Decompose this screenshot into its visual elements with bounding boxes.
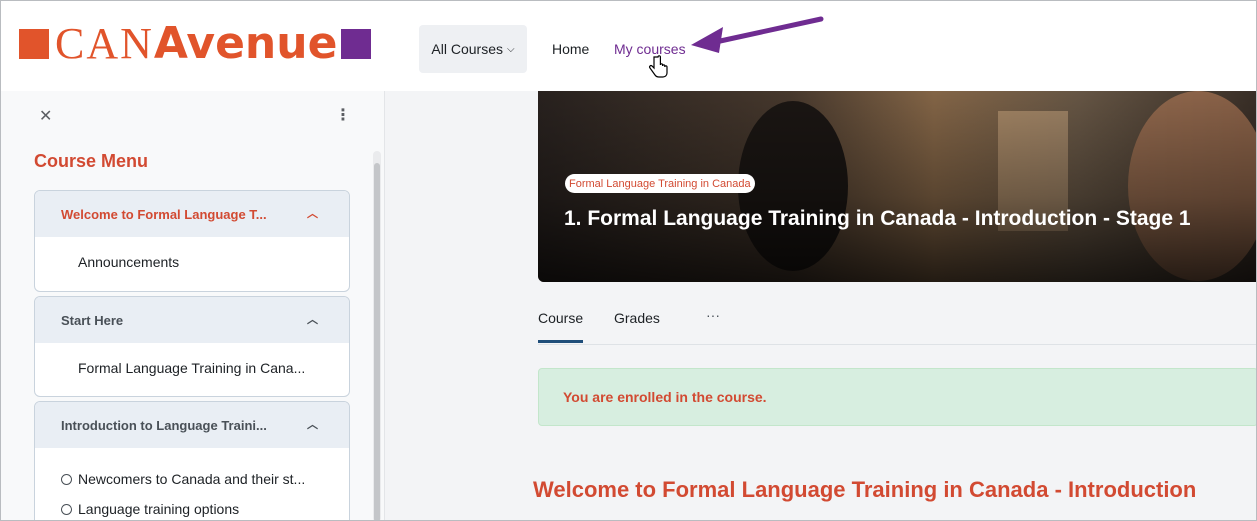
scrollbar-thumb[interactable] (374, 163, 380, 520)
course-title: 1. Formal Language Training in Canada - … (564, 207, 1191, 230)
close-drawer-icon[interactable]: ✕ (39, 106, 52, 126)
activity-item-language-options[interactable]: Language training options (35, 494, 349, 520)
logo-text-avenue: Avenue (153, 18, 338, 69)
section-title: Welcome to Formal Language T... (61, 206, 267, 222)
nav-home-link[interactable]: Home (552, 41, 589, 57)
chevron-up-icon[interactable]: ︿ (307, 205, 318, 221)
canavenue-logo[interactable]: CAN Avenue (19, 18, 372, 69)
annotation-arrow-icon (691, 16, 824, 53)
tab-grades[interactable]: Grades (614, 310, 660, 326)
course-section-start-here: Start Here ︿ Formal Language Training in… (34, 296, 350, 397)
tab-course[interactable]: Course (538, 310, 583, 326)
incomplete-circle-icon (61, 503, 72, 515)
chevron-up-icon[interactable]: ︿ (307, 416, 318, 432)
section-header-start-here[interactable]: Start Here ︿ (35, 297, 349, 343)
course-section-introduction: Introduction to Language Traini... ︿ New… (34, 401, 350, 520)
activity-label: Newcomers to Canada and their st... (78, 471, 306, 487)
activity-item-newcomers[interactable]: Newcomers to Canada and their st... (35, 464, 349, 494)
section-item-formal-language-training[interactable]: Formal Language Training in Cana... (35, 343, 349, 393)
tab-more-menu[interactable]: ··· (706, 307, 720, 323)
top-navbar: CAN Avenue All Courses ⌵ Home My courses (1, 1, 1256, 91)
all-courses-label: All Courses (431, 41, 503, 57)
logo-orange-square (19, 29, 49, 59)
course-category-badge[interactable]: Formal Language Training in Canada (565, 174, 755, 193)
section-title: Start Here (61, 312, 124, 328)
course-tabs: Course Grades ··· (538, 301, 1256, 345)
kebab-menu-icon[interactable]: ⋮ (335, 105, 351, 125)
chevron-up-icon[interactable]: ︿ (307, 311, 318, 327)
logo-text-can: CAN (55, 19, 154, 68)
logo-purple-square (341, 29, 372, 59)
incomplete-circle-icon (61, 473, 72, 485)
section-item-announcements[interactable]: Announcements (35, 237, 349, 287)
active-tab-indicator (538, 340, 583, 343)
course-menu-title: Course Menu (34, 151, 149, 171)
enrolled-alert: You are enrolled in the course. (538, 368, 1256, 426)
section-header-introduction[interactable]: Introduction to Language Traini... ︿ (35, 402, 349, 448)
drawer-scrollbar[interactable] (373, 151, 381, 520)
activity-label: Language training options (78, 501, 240, 517)
course-section-welcome: Welcome to Formal Language T... ︿ Announ… (34, 190, 350, 292)
alert-text: You are enrolled in the course. (563, 389, 767, 405)
hand-pointer-icon (649, 55, 668, 78)
section-header-welcome[interactable]: Welcome to Formal Language T... ︿ (35, 191, 349, 237)
all-courses-dropdown[interactable]: All Courses ⌵ (419, 25, 527, 73)
page-frame: CAN Avenue All Courses ⌵ Home My courses… (0, 0, 1257, 521)
section-heading-welcome: Welcome to Formal Language Training in C… (533, 477, 1197, 502)
chevron-down-icon: ⌵ (507, 43, 515, 55)
section-title: Introduction to Language Traini... (61, 417, 267, 433)
